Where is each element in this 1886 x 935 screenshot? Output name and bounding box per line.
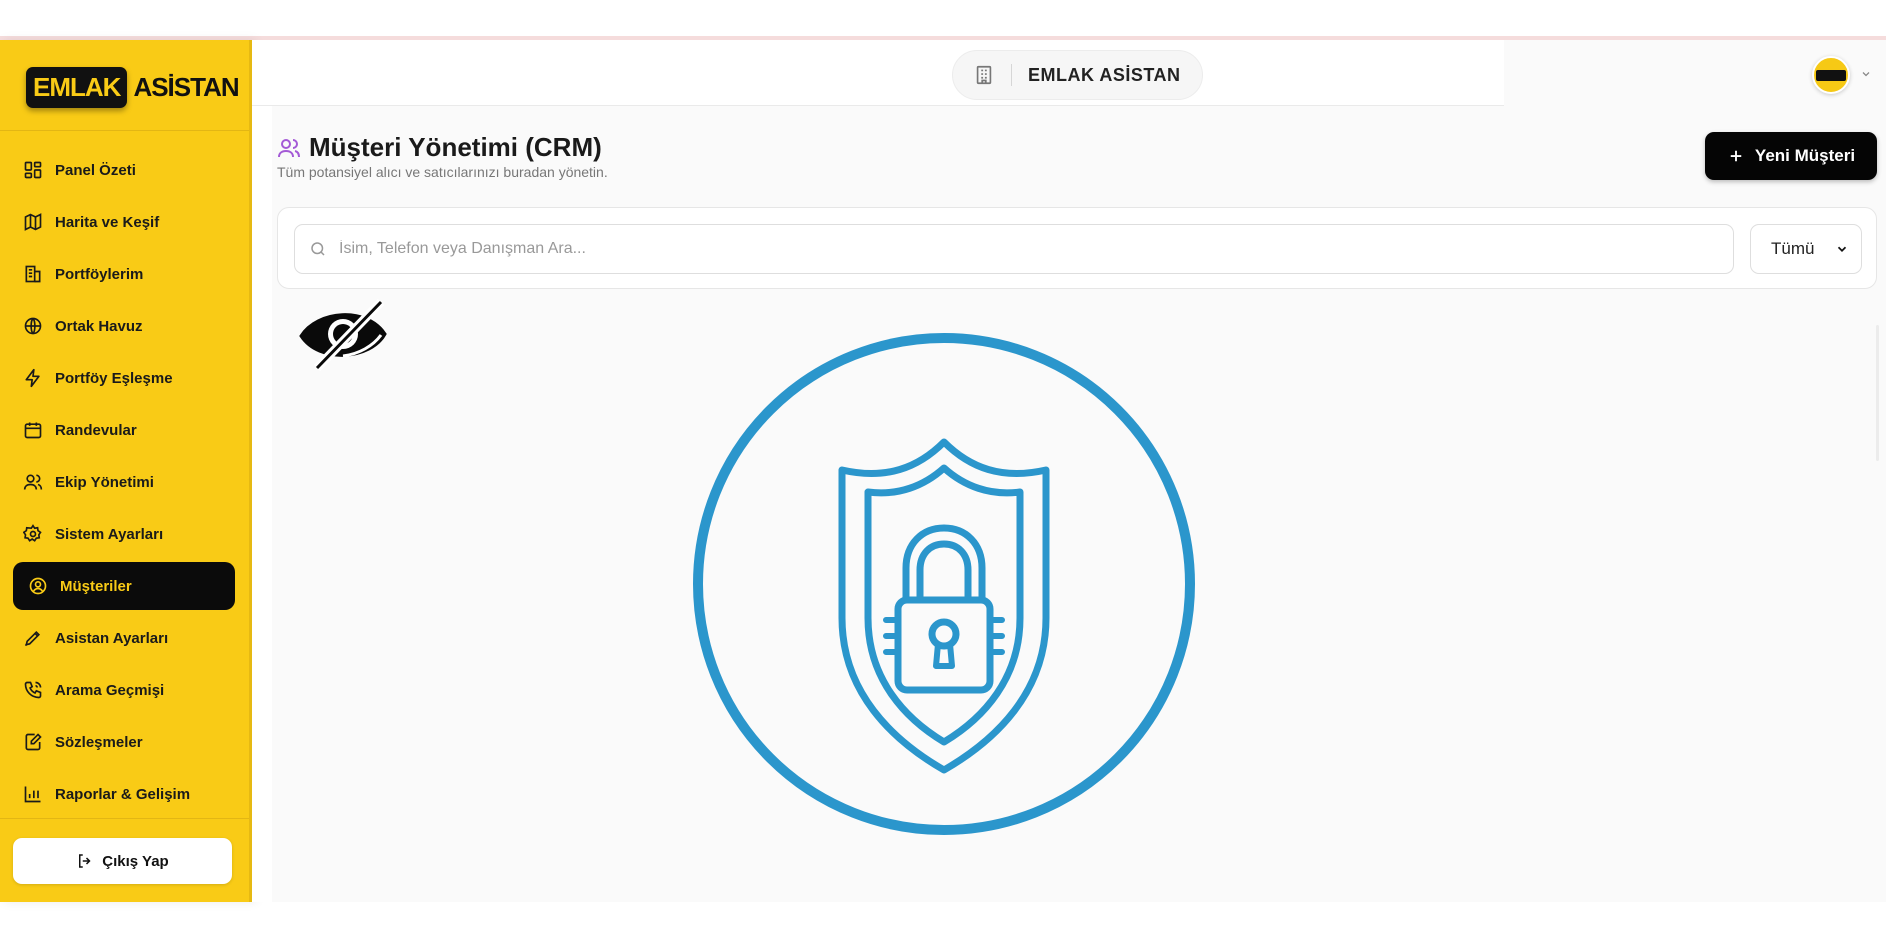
sidebar-item-sistem-ayarlari[interactable]: Sistem Ayarları — [13, 508, 235, 560]
user-circle-icon — [29, 577, 47, 595]
sidebar-item-arama-gecmisi[interactable]: Arama Geçmişi — [13, 664, 235, 716]
scrollbar[interactable] — [1876, 325, 1879, 461]
page-title: Müşteri Yönetimi (CRM) — [309, 132, 602, 162]
content-edge — [252, 106, 272, 902]
chart-icon — [24, 786, 41, 803]
shield-lock-icon — [693, 333, 1195, 835]
app-window: EMLAK ASİSTAN Panel Özeti Harita ve Keşi… — [0, 40, 1886, 902]
header-title: EMLAK ASİSTAN — [1028, 64, 1181, 85]
map-icon — [24, 213, 42, 231]
chevron-down-icon — [1837, 246, 1847, 252]
chevron-down-icon[interactable] — [1860, 68, 1872, 80]
top-header: EMLAK ASİSTAN — [252, 40, 1504, 106]
sidebar-item-label: Raporlar & Gelişim — [55, 785, 191, 803]
users-icon — [23, 474, 43, 490]
sidebar-item-randevular[interactable]: Randevular — [13, 404, 235, 456]
sidebar-item-raporlar[interactable]: Raporlar & Gelişim — [13, 768, 235, 820]
sidebar-item-label: Sözleşmeler — [55, 733, 143, 751]
sidebar-item-portfoy-eslesme[interactable]: Portföy Eşleşme — [13, 352, 235, 404]
logout-button[interactable]: Çıkış Yap — [13, 838, 232, 884]
building-icon — [25, 265, 41, 283]
logo-text: ASİSTAN — [133, 71, 239, 102]
sidebar-item-portfoylerim[interactable]: Portföylerim — [13, 248, 235, 300]
page-subtitle: Tüm potansiyel alıcı ve satıcılarınızı b… — [277, 164, 608, 180]
users-icon — [278, 138, 300, 157]
pill-separator — [1011, 64, 1012, 86]
new-customer-button[interactable]: Yeni Müşteri — [1705, 132, 1877, 180]
sidebar-item-label: Sistem Ayarları — [55, 525, 164, 543]
logo-box: EMLAK — [26, 66, 128, 108]
filter-selected-value: Tümü — [1771, 239, 1815, 258]
calendar-icon — [24, 422, 42, 439]
sidebar: EMLAK ASİSTAN Panel Özeti Harita ve Keşi… — [0, 40, 252, 902]
search-input[interactable] — [339, 240, 1719, 258]
page-heading: Müşteri Yönetimi (CRM) — [277, 132, 602, 163]
sidebar-item-sozlesmeler[interactable]: Sözleşmeler — [13, 716, 235, 768]
main-content: EMLAK ASİSTAN Müşteri Yönetimi (CRM) Tüm… — [252, 40, 1886, 902]
sidebar-item-ortak-havuz[interactable]: Ortak Havuz — [13, 300, 235, 352]
sidebar-item-label: Portföylerim — [55, 265, 144, 283]
search-field[interactable] — [294, 224, 1734, 274]
sidebar-divider — [0, 818, 249, 819]
avatar[interactable] — [1812, 56, 1850, 94]
sidebar-item-label: Arama Geçmişi — [55, 681, 165, 699]
sidebar-item-panel-ozeti[interactable]: Panel Özeti — [13, 144, 235, 196]
sidebar-item-label: Müşteriler — [60, 577, 132, 595]
globe-icon — [24, 317, 42, 335]
sidebar-divider — [0, 130, 249, 131]
sidebar-item-label: Ekip Yönetimi — [55, 473, 154, 491]
new-customer-label: Yeni Müşteri — [1754, 146, 1856, 165]
sidebar-item-label: Asistan Ayarları — [55, 629, 169, 647]
avatar-logo — [1816, 69, 1846, 81]
filter-select[interactable]: Tümü — [1750, 224, 1862, 274]
contract-icon — [25, 733, 42, 751]
phone-icon — [24, 681, 42, 699]
dashboard-icon — [24, 161, 42, 179]
sidebar-item-musteriler[interactable]: Müşteriler — [13, 562, 235, 610]
logo[interactable]: EMLAK ASİSTAN — [26, 66, 240, 108]
sidebar-item-label: Harita ve Keşif — [55, 213, 160, 231]
eye-slash-icon[interactable] — [297, 296, 389, 374]
sidebar-item-asistan-ayarlari[interactable]: Asistan Ayarları — [13, 612, 235, 664]
sidebar-item-harita[interactable]: Harita ve Keşif — [13, 196, 235, 248]
building-icon — [976, 65, 992, 85]
lightning-icon — [25, 368, 40, 388]
search-icon — [311, 242, 325, 256]
sidebar-item-label: Panel Özeti — [55, 161, 136, 179]
plus-icon — [1730, 150, 1742, 162]
search-card: Tümü — [277, 207, 1877, 289]
pen-icon — [24, 630, 41, 647]
sidebar-item-ekip-yonetimi[interactable]: Ekip Yönetimi — [13, 456, 235, 508]
sidebar-item-label: Portföy Eşleşme — [55, 369, 173, 387]
gear-icon — [23, 524, 42, 542]
header-brand-pill: EMLAK ASİSTAN — [952, 50, 1203, 100]
sidebar-item-label: Ortak Havuz — [55, 317, 143, 335]
logout-icon — [79, 854, 91, 868]
sidebar-item-label: Randevular — [55, 421, 137, 439]
logout-label: Çıkış Yap — [102, 852, 169, 870]
sidebar-nav: Panel Özeti Harita ve Keşif Portföylerim… — [13, 144, 235, 820]
